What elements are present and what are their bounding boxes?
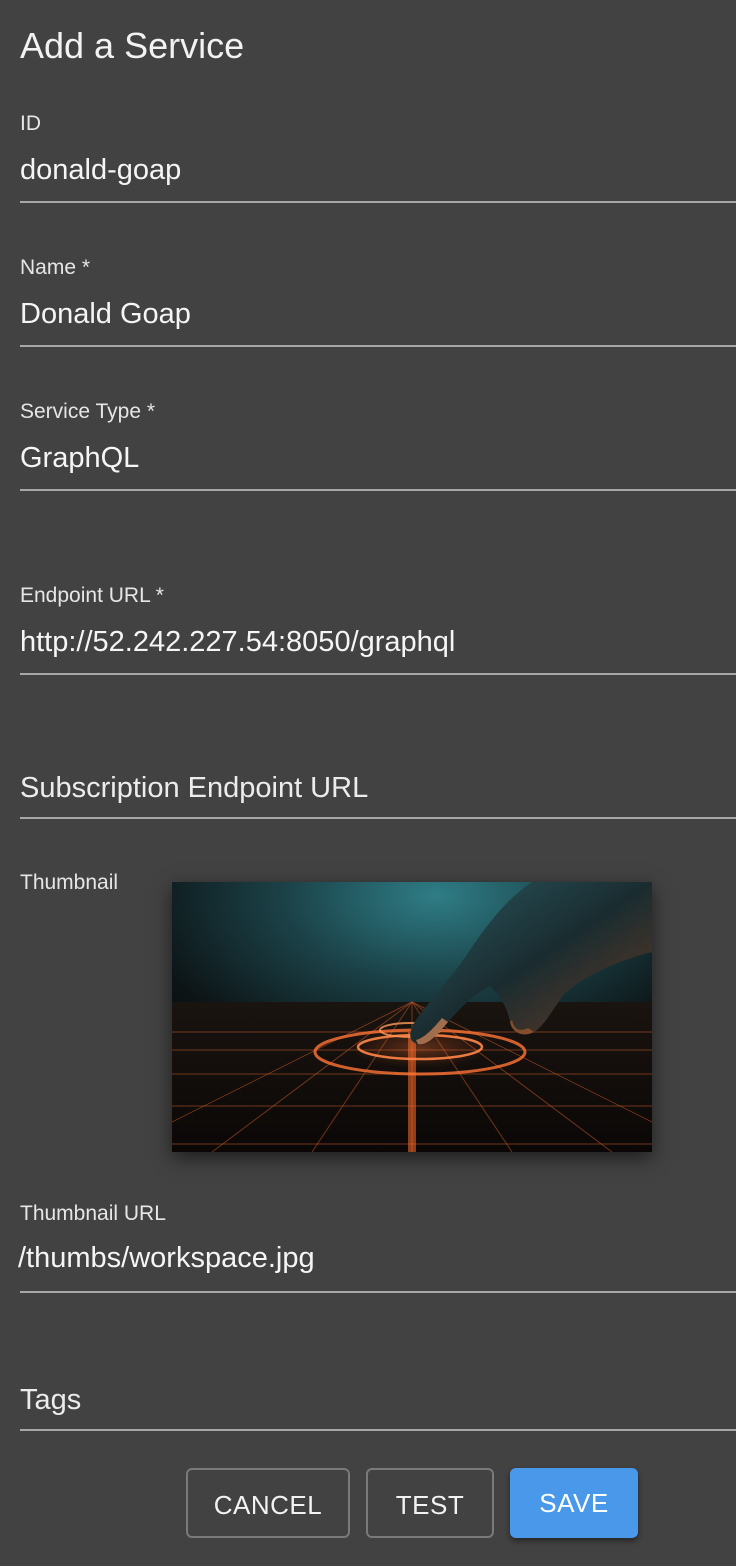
thumbnail-url-field[interactable]: Thumbnail URL /thumbs/workspace.jpg	[18, 1200, 736, 1294]
id-label: ID	[20, 112, 41, 135]
endpoint-url-label: Endpoint URL *	[20, 584, 164, 607]
thumbnail-url-underline	[20, 1291, 736, 1293]
subscription-endpoint-url-underline	[20, 817, 736, 819]
test-button[interactable]: TEST	[366, 1468, 494, 1538]
add-service-dialog: Add a Service ID donald-goap Name * Dona…	[0, 0, 736, 1566]
name-underline	[20, 345, 736, 347]
tags-underline	[20, 1429, 736, 1431]
endpoint-url-underline	[20, 673, 736, 675]
subscription-endpoint-url-input[interactable]: Subscription Endpoint URL	[20, 770, 736, 806]
endpoint-url-field[interactable]: Endpoint URL * http://52.242.227.54:8050…	[20, 582, 736, 676]
service-type-label: Service Type *	[20, 400, 156, 423]
name-field[interactable]: Name * Donald Goap	[20, 254, 736, 348]
save-button[interactable]: SAVE	[510, 1468, 638, 1538]
thumbnail-image	[172, 882, 652, 1152]
thumbnail-label: Thumbnail	[20, 871, 119, 894]
thumbnail-url-input[interactable]: /thumbs/workspace.jpg	[18, 1240, 736, 1276]
id-field[interactable]: ID donald-goap	[20, 110, 736, 204]
thumbnail-url-label: Thumbnail URL	[20, 1202, 166, 1225]
name-input[interactable]: Donald Goap	[20, 296, 736, 332]
service-type-select[interactable]: GraphQL	[20, 440, 736, 476]
service-type-underline	[20, 489, 736, 491]
service-type-field[interactable]: Service Type * GraphQL	[20, 398, 736, 492]
id-underline	[20, 201, 736, 203]
dialog-title: Add a Service	[20, 25, 245, 66]
endpoint-url-input[interactable]: http://52.242.227.54:8050/graphql	[20, 624, 736, 660]
cancel-button[interactable]: CANCEL	[186, 1468, 350, 1538]
tags-field[interactable]: Tags	[20, 1380, 736, 1432]
id-input[interactable]: donald-goap	[20, 152, 736, 188]
tags-input[interactable]: Tags	[20, 1382, 736, 1418]
subscription-endpoint-url-field[interactable]: Subscription Endpoint URL	[20, 768, 736, 820]
name-label: Name *	[20, 256, 91, 279]
